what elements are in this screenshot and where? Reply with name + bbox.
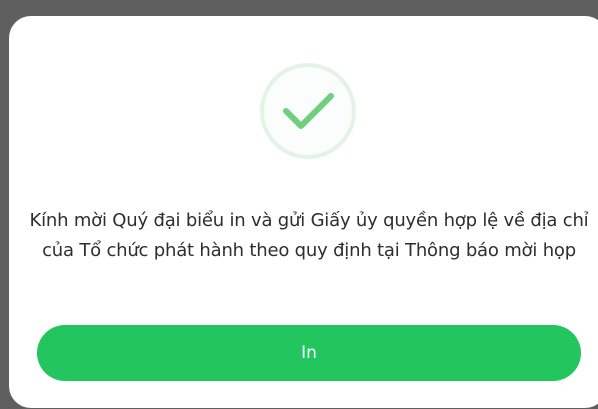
check-circle-icon — [258, 61, 358, 161]
confirmation-dialog: Kính mời Quý đại biểu in và gửi Giấy ủy … — [9, 16, 598, 408]
print-button[interactable]: In — [37, 325, 581, 381]
dialog-message: Kính mời Quý đại biểu in và gửi Giấy ủy … — [29, 210, 589, 261]
